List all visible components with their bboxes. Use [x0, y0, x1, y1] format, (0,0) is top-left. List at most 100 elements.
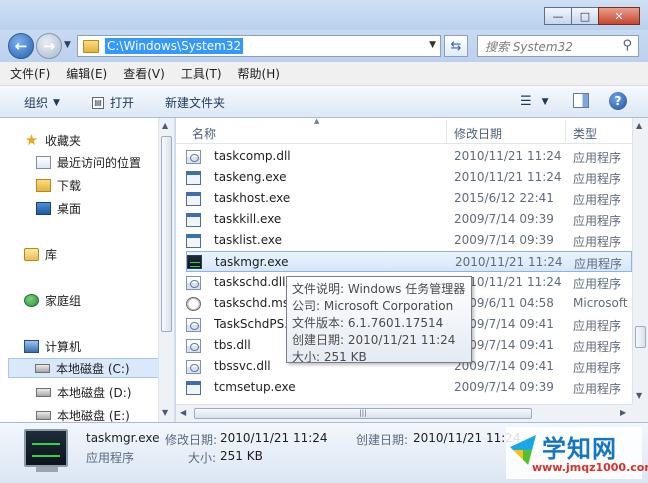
chevron-down-icon: ▼: [53, 97, 60, 108]
refresh-button[interactable]: ⇆: [444, 35, 468, 57]
file-name: taskeng.exe: [214, 170, 287, 184]
nav-computer[interactable]: 计算机: [24, 336, 81, 356]
watermark-title: 学知网: [542, 435, 617, 463]
file-type: 应用程序: [573, 151, 622, 165]
nav-scrollbar[interactable]: ▲ ▼: [158, 118, 174, 422]
close-button[interactable]: ✕: [598, 7, 640, 25]
nav-homegroup[interactable]: 家庭组: [24, 290, 81, 310]
scroll-down-icon[interactable]: ▼: [636, 391, 642, 400]
downloads-folder-icon: [36, 178, 51, 192]
new-folder-label: 新建文件夹: [165, 96, 226, 110]
file-name: taskkill.exe: [214, 212, 282, 226]
column-divider[interactable]: [446, 120, 447, 142]
help-button[interactable]: ?: [609, 92, 627, 110]
star-icon: ★: [24, 130, 39, 149]
file-row[interactable]: tcmsetup.exe 2009/7/14 09:39 应用程序: [186, 377, 632, 398]
nav-drive-e[interactable]: 本地磁盘 (E:): [36, 405, 130, 422]
file-name: tcmsetup.exe: [214, 380, 296, 394]
file-list-vertical-scrollbar[interactable]: ▲ ▼: [632, 118, 648, 404]
file-type: 应用程序: [573, 277, 622, 291]
file-row[interactable]: taskcomp.dll 2010/11/21 11:24 应用程序: [186, 146, 632, 167]
view-list-icon: ☰: [520, 94, 532, 109]
preview-pane-button[interactable]: [573, 93, 589, 108]
file-name: tbs.dll: [214, 338, 251, 352]
sort-ascending-icon: ▲: [314, 118, 320, 125]
back-button[interactable]: ←: [8, 33, 34, 59]
file-type: 应用程序: [573, 319, 622, 333]
nav-recent-places[interactable]: 最近访问的位置: [36, 152, 141, 172]
nav-scroll-thumb[interactable]: [161, 136, 172, 332]
column-name[interactable]: 名称: [192, 125, 216, 142]
column-divider[interactable]: [565, 120, 566, 142]
title-bar: — □ ✕: [0, 0, 648, 30]
dll-icon: [186, 359, 201, 374]
forward-button[interactable]: →: [36, 33, 62, 59]
nav-downloads-label: 下载: [57, 178, 82, 193]
details-modified-label: 修改日期:: [165, 433, 218, 447]
details-size-label: 大小:: [188, 451, 217, 465]
nav-drive-c[interactable]: 本地磁盘 (C:): [8, 358, 166, 378]
file-type: Microsoft: [573, 296, 628, 310]
recent-pages-dropdown[interactable]: ▼: [64, 40, 71, 50]
nav-desktop-label: 桌面: [57, 201, 82, 216]
recent-places-icon: [36, 155, 51, 169]
file-name: taskschd.msc: [214, 296, 296, 310]
desktop-icon: [36, 201, 51, 215]
minimize-button[interactable]: —: [544, 7, 572, 25]
address-dropdown-icon[interactable]: ▼: [429, 40, 436, 50]
nav-downloads[interactable]: 下载: [36, 175, 81, 195]
file-date: 2009/7/14 09:39: [454, 212, 554, 226]
scroll-up-icon[interactable]: ▲: [636, 121, 642, 130]
nav-favorites[interactable]: ★ 收藏夹: [24, 130, 81, 150]
window-controls: — □ ✕: [544, 7, 640, 25]
file-row[interactable]: taskkill.exe 2009/7/14 09:39 应用程序: [186, 209, 632, 230]
column-type[interactable]: 类型: [573, 125, 597, 142]
nav-desktop[interactable]: 桌面: [36, 198, 81, 218]
scroll-up-icon[interactable]: ▲: [162, 121, 168, 130]
search-icon[interactable]: ⚲: [622, 38, 632, 53]
tooltip-size: 大小: 251 KB: [292, 350, 367, 364]
tooltip-company: 公司: Microsoft Corporation: [292, 299, 454, 313]
menu-bar: 文件(F) 编辑(E) 查看(V) 工具(T) 帮助(H): [0, 62, 648, 86]
change-view-button[interactable]: ☰ ▼: [520, 94, 549, 109]
details-created-label: 创建日期:: [356, 433, 409, 447]
menu-view[interactable]: 查看(V): [123, 65, 165, 82]
maximize-button[interactable]: □: [571, 7, 599, 25]
scroll-down-icon[interactable]: ▼: [162, 408, 168, 417]
scroll-right-icon[interactable]: ▶: [620, 408, 626, 417]
menu-file[interactable]: 文件(F): [10, 65, 50, 82]
file-type: 应用程序: [573, 340, 622, 354]
new-folder-button[interactable]: 新建文件夹: [165, 94, 225, 111]
file-name: tasklist.exe: [214, 233, 282, 247]
task-manager-icon: [24, 429, 68, 467]
file-row[interactable]: tasklist.exe 2009/7/14 09:39 应用程序: [186, 230, 632, 251]
file-date: 2010/11/21 11:24: [454, 149, 562, 163]
menu-tools[interactable]: 工具(T): [181, 65, 222, 82]
scroll-left-icon[interactable]: ◀: [180, 408, 186, 417]
file-type: 应用程序: [573, 193, 622, 207]
clock-icon: [186, 296, 201, 311]
open-button[interactable]: ▤ 打开: [92, 94, 134, 111]
menu-edit[interactable]: 编辑(E): [66, 65, 107, 82]
computer-icon: [24, 339, 39, 353]
file-row[interactable]: taskeng.exe 2010/11/21 11:24 应用程序: [186, 167, 632, 188]
exe-icon: [186, 212, 201, 227]
details-file-type: 应用程序: [86, 451, 135, 465]
drive-icon: [35, 363, 50, 373]
file-list-horizontal-scrollbar[interactable]: ◀ ||| ▶: [176, 404, 632, 422]
organize-button[interactable]: 组织 ▼: [24, 94, 60, 111]
nav-drive-d[interactable]: 本地磁盘 (D:): [36, 382, 131, 402]
dll-icon: [186, 338, 201, 353]
address-bar[interactable]: C:\Windows\System32 ▼: [77, 35, 441, 57]
file-name: tbssvc.dll: [214, 359, 271, 373]
nav-libraries[interactable]: 库: [24, 244, 57, 264]
vertical-scroll-thumb[interactable]: [635, 326, 646, 348]
file-row[interactable]: taskhost.exe 2015/6/12 22:41 应用程序: [186, 188, 632, 209]
file-row-selected[interactable]: taskmgr.exe 2010/11/21 11:24 应用程序: [186, 251, 632, 272]
column-modified[interactable]: 修改日期: [454, 125, 502, 142]
file-name: taskcomp.dll: [214, 149, 291, 163]
menu-help[interactable]: 帮助(H): [238, 65, 280, 82]
search-input[interactable]: 搜索 System32 ⚲: [477, 35, 639, 57]
horizontal-scroll-thumb[interactable]: |||: [194, 408, 532, 419]
address-path[interactable]: C:\Windows\System32: [105, 38, 244, 54]
